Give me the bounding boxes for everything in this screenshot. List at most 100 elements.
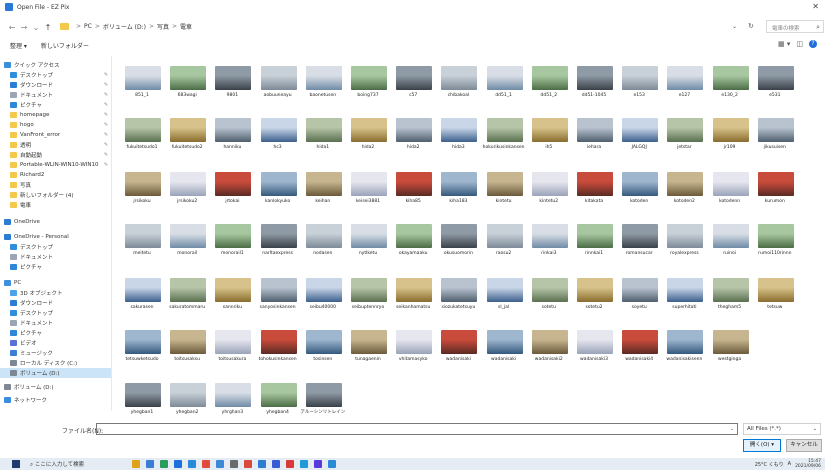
file-thumbnail[interactable]: okayamaaku — [390, 214, 434, 258]
file-thumbnail[interactable]: siozukatetsuyu — [435, 268, 479, 312]
file-thumbnail[interactable]: sakurasen — [119, 268, 163, 312]
breadcrumb-photos[interactable]: 写真 — [157, 22, 169, 31]
file-thumbnail[interactable]: aobuuneayu — [255, 56, 299, 100]
nav-item[interactable]: 写真 — [10, 180, 31, 190]
address-dropdown-icon[interactable]: ⌄ — [732, 23, 737, 30]
file-thumbnail[interactable]: wadanisakisenn — [661, 320, 705, 364]
file-thumbnail[interactable]: yhegban4 — [255, 373, 299, 417]
forward-button[interactable]: → — [18, 23, 30, 32]
refresh-icon[interactable]: ↻ — [748, 22, 754, 30]
file-thumbnail[interactable]: sakuratommaru — [164, 268, 208, 312]
file-thumbnail[interactable]: tetsuw — [752, 268, 796, 312]
nav-item[interactable]: ダウンロード — [10, 80, 53, 90]
file-thumbnail[interactable]: sannriku — [209, 268, 253, 312]
taskbar-app-icon[interactable] — [286, 460, 294, 468]
file-thumbnail[interactable]: chibakoal — [435, 56, 479, 100]
file-thumbnail[interactable]: hanniku — [209, 108, 253, 152]
nav-item[interactable]: デスクトップ — [10, 308, 53, 318]
file-thumbnail[interactable]: okusuomorin — [435, 214, 479, 258]
file-thumbnail[interactable]: westginga — [707, 320, 751, 364]
file-thumbnail[interactable]: e130_2 — [707, 56, 751, 100]
file-thumbnail[interactable]: seibuptennryo — [345, 268, 389, 312]
nav-item[interactable]: ピクチャ — [10, 100, 42, 110]
nav-item[interactable]: Richard2 — [10, 170, 44, 180]
filename-dropdown-icon[interactable]: ⌄ — [730, 426, 734, 432]
file-thumbnail[interactable]: yhrghan3 — [209, 373, 253, 417]
file-thumbnail[interactable]: dd51-1045 — [571, 56, 615, 100]
file-thumbnail[interactable]: rinnkai1 — [571, 214, 615, 258]
file-thumbnail[interactable]: hida1 — [300, 108, 344, 152]
file-thumbnail[interactable]: iehara — [571, 108, 615, 152]
taskbar-app-icon[interactable] — [300, 460, 308, 468]
file-thumbnail[interactable]: jetstar — [661, 108, 705, 152]
file-thumbnail[interactable]: dd51_2 — [526, 56, 570, 100]
file-thumbnail[interactable]: seikanhamatsu — [390, 268, 434, 312]
file-thumbnail[interactable]: kurumon — [752, 162, 796, 206]
file-thumbnail[interactable]: fukuitetsudo1 — [119, 108, 163, 152]
file-thumbnail[interactable]: yhegban2 — [164, 373, 208, 417]
weather-text[interactable]: 25°C くもり — [755, 461, 784, 468]
file-thumbnail[interactable]: meitetu — [119, 214, 163, 258]
file-type-select[interactable]: All Files (*.*) ⌄ — [743, 423, 821, 435]
nav-item[interactable]: ダウンロード — [10, 298, 53, 308]
file-thumbnail[interactable]: narltaexpress — [255, 214, 299, 258]
taskbar-app-icon[interactable] — [314, 460, 322, 468]
file-thumbnail[interactable]: keihan — [300, 162, 344, 206]
cancel-button[interactable]: キャンセル — [786, 439, 822, 452]
file-thumbnail[interactable]: tosinsen — [300, 320, 344, 364]
file-thumbnail[interactable]: wadanisaki4 — [616, 320, 660, 364]
file-thumbnail[interactable]: sanyosinkansen — [255, 268, 299, 312]
taskbar-app-icon[interactable] — [216, 460, 224, 468]
nav-item[interactable]: デスクトップ — [10, 70, 53, 80]
taskbar-app-icon[interactable] — [174, 460, 182, 468]
file-thumbnail[interactable]: baonetusen — [300, 56, 344, 100]
breadcrumb-trains[interactable]: 電車 — [180, 22, 192, 31]
ime-indicator[interactable]: A — [788, 461, 791, 467]
nav-item[interactable]: Portable-WLIN-WIN10-WIN10 — [10, 160, 99, 170]
organize-button[interactable]: 整理 ▾ — [10, 41, 27, 50]
nav-item[interactable]: ローカル ディスク (C:) — [10, 358, 77, 368]
taskbar-app-icon[interactable] — [244, 460, 252, 468]
file-thumbnail[interactable]: kintetu — [481, 162, 525, 206]
file-thumbnail[interactable]: ih5 — [526, 108, 570, 152]
file-thumbnail[interactable]: hida3 — [435, 108, 479, 152]
file-thumbnail[interactable]: royalexpress — [661, 214, 705, 258]
nav-item[interactable]: 3D オブジェクト — [10, 288, 62, 298]
filename-input[interactable] — [96, 423, 738, 435]
preview-pane-icon[interactable]: ◫ — [796, 40, 803, 48]
file-thumbnail[interactable]: c57 — [390, 56, 434, 100]
taskbar-app-icon[interactable] — [132, 460, 140, 468]
file-thumbnail[interactable]: toitsusakura — [209, 320, 253, 364]
recent-locations-button[interactable]: ⌄ — [30, 23, 42, 32]
taskbar-search[interactable]: ⌕ ここに入力して検索 — [30, 460, 84, 469]
nav-item[interactable]: homepage — [10, 110, 49, 120]
file-thumbnail[interactable]: raosu2 — [481, 214, 525, 258]
nav-item[interactable]: ドキュメント — [10, 318, 53, 328]
taskbar-app-icon[interactable] — [160, 460, 168, 468]
file-thumbnail[interactable]: fukuitetsudo2 — [164, 108, 208, 152]
file-thumbnail[interactable]: hida2 — [345, 108, 389, 152]
open-button[interactable]: 開く(O) ▾ — [743, 439, 781, 452]
nav-item[interactable]: ビデオ — [10, 338, 37, 348]
file-thumbnail[interactable]: toitsusaksu — [164, 320, 208, 364]
file-thumbnail[interactable]: kanlokyuko — [255, 162, 299, 206]
nav-item[interactable]: hogo — [10, 120, 34, 130]
help-icon[interactable]: ? — [809, 40, 817, 48]
breadcrumb[interactable]: > PC > ボリューム (D:) > 写真 > 電車 — [56, 20, 716, 33]
file-thumbnail[interactable]: ruinoi — [707, 214, 751, 258]
nav-item[interactable]: ミュージック — [10, 348, 53, 358]
taskbar-app-icon[interactable] — [272, 460, 280, 468]
back-button[interactable]: ← — [6, 23, 18, 32]
taskbar-app-icon[interactable] — [258, 460, 266, 468]
file-thumbnail[interactable]: boing737 — [345, 56, 389, 100]
file-thumbnail[interactable]: tetsuwketsudo — [119, 320, 163, 364]
file-thumbnail[interactable]: rumoi110rinnn — [752, 214, 796, 258]
file-thumbnail[interactable]: JALGQJ — [616, 108, 660, 152]
file-thumbnail[interactable]: sotetu — [526, 268, 570, 312]
file-thumbnail[interactable]: soyetu — [616, 268, 660, 312]
nav-item[interactable]: VanFront_error — [10, 130, 60, 140]
nav-item[interactable]: ボリューム (D:) — [0, 368, 111, 378]
file-thumbnail[interactable]: superhitati — [661, 268, 705, 312]
file-thumbnail[interactable]: wadanisaki — [481, 320, 525, 364]
file-thumbnail[interactable]: kiha183 — [435, 162, 479, 206]
